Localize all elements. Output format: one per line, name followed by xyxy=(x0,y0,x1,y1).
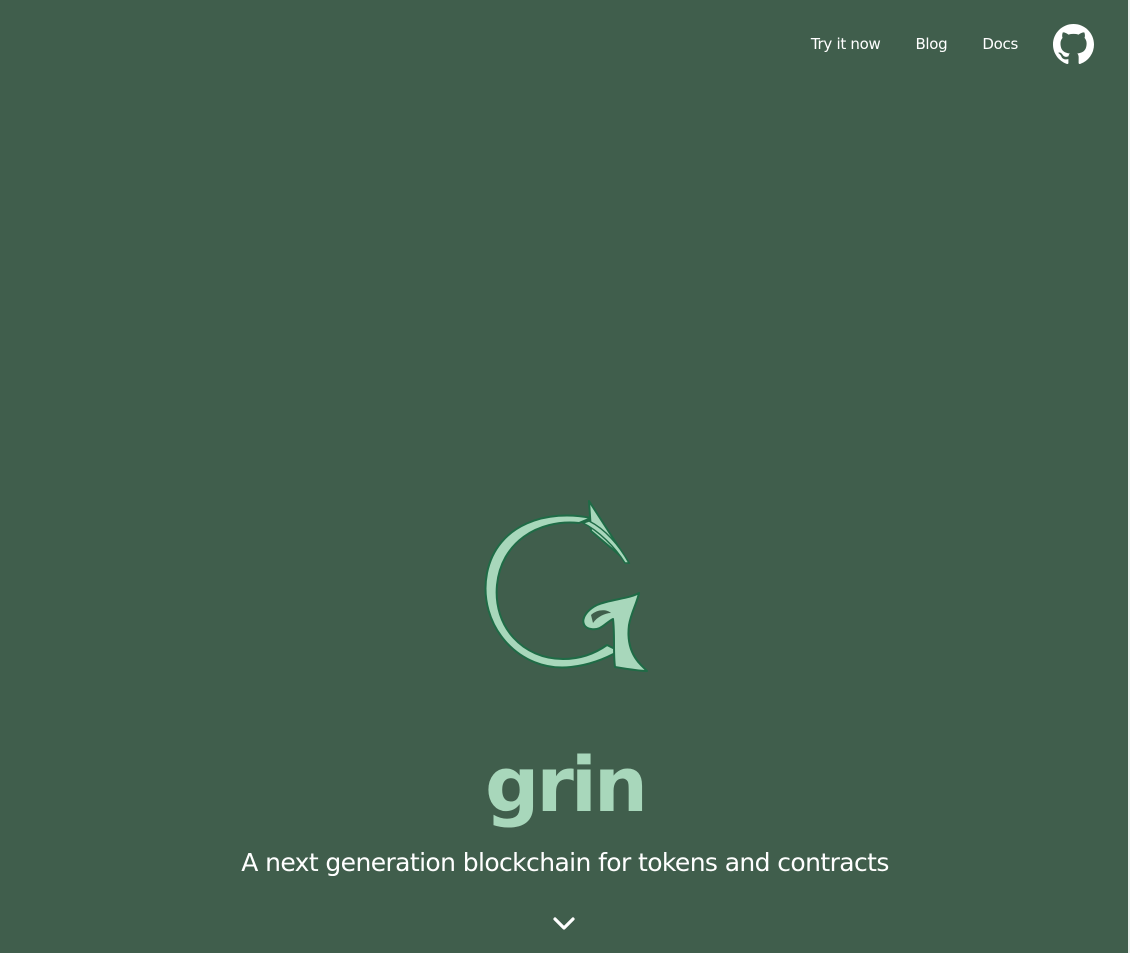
github-link[interactable] xyxy=(1053,23,1094,65)
hero-section xyxy=(0,495,1130,677)
github-icon xyxy=(1053,23,1094,64)
top-nav: Try it now Blog Docs xyxy=(811,22,1094,66)
chevron-down-icon[interactable] xyxy=(552,914,576,932)
nav-link-docs[interactable]: Docs xyxy=(982,22,1018,66)
nav-link-try-it-now[interactable]: Try it now xyxy=(811,22,881,66)
nav-link-blog[interactable]: Blog xyxy=(915,22,947,66)
landing-page: Try it now Blog Docs grin A next generat… xyxy=(0,0,1130,953)
brand-name: grin xyxy=(484,740,648,829)
grin-logo-icon xyxy=(484,500,648,672)
hero-tagline: A next generation blockchain for tokens … xyxy=(241,848,889,877)
